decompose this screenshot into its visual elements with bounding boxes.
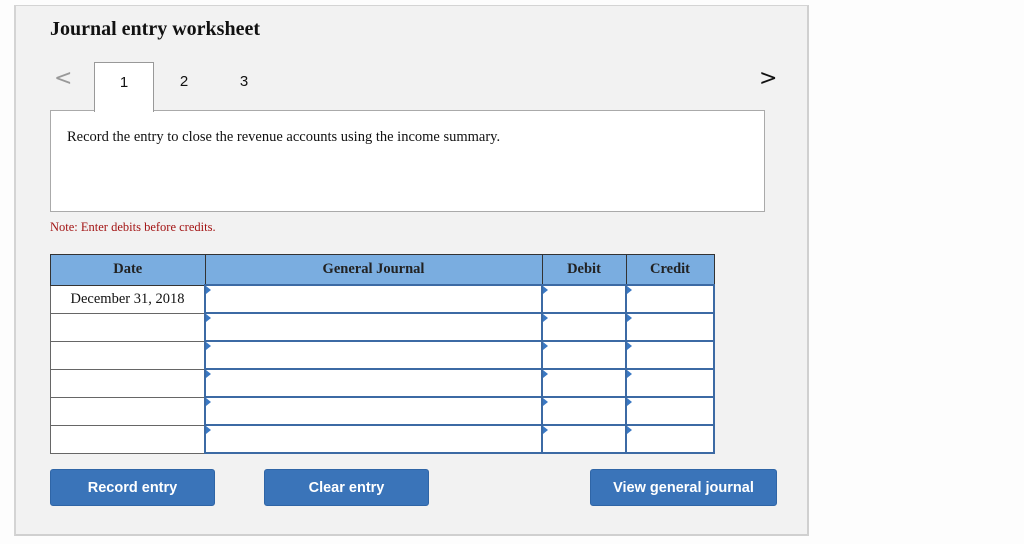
input-marker-icon bbox=[543, 370, 548, 378]
account-input[interactable] bbox=[204, 312, 543, 342]
credit-input[interactable] bbox=[625, 340, 715, 370]
note-text: Note: Enter debits before credits. bbox=[50, 220, 216, 234]
date-cell[interactable]: December 31, 2018 bbox=[50, 284, 206, 314]
date-cell[interactable] bbox=[50, 424, 206, 454]
credit-input[interactable] bbox=[625, 312, 715, 342]
input-marker-icon bbox=[627, 286, 632, 294]
account-input[interactable] bbox=[204, 424, 543, 454]
account-input[interactable] bbox=[204, 284, 543, 314]
account-input[interactable] bbox=[204, 340, 543, 370]
record-entry-button[interactable]: Record entry bbox=[50, 469, 215, 506]
input-marker-icon bbox=[206, 314, 211, 322]
journal-header-row: Date General Journal Debit Credit bbox=[50, 254, 715, 286]
credit-input[interactable] bbox=[625, 424, 715, 454]
input-marker-icon bbox=[627, 314, 632, 322]
journal-row: December 31, 2018 bbox=[50, 284, 715, 314]
input-marker-icon bbox=[543, 342, 548, 350]
instruction-box: Record the entry to close the revenue ac… bbox=[50, 110, 765, 212]
input-marker-icon bbox=[627, 342, 632, 350]
date-cell[interactable] bbox=[50, 340, 206, 370]
journal-row bbox=[50, 424, 715, 454]
journal-row bbox=[50, 312, 715, 342]
account-input[interactable] bbox=[204, 368, 543, 398]
debit-input[interactable] bbox=[541, 284, 627, 314]
debit-input[interactable] bbox=[541, 340, 627, 370]
tab-step-3[interactable]: 3 bbox=[214, 62, 274, 110]
input-marker-icon bbox=[627, 426, 632, 434]
debit-input[interactable] bbox=[541, 312, 627, 342]
credit-input[interactable] bbox=[625, 284, 715, 314]
credit-input[interactable] bbox=[625, 368, 715, 398]
journal-entry-worksheet-panel: Journal entry worksheet < > 1 2 3 Record… bbox=[14, 5, 809, 536]
view-general-journal-button[interactable]: View general journal bbox=[590, 469, 777, 506]
credit-input[interactable] bbox=[625, 396, 715, 426]
journal-row bbox=[50, 340, 715, 370]
account-input[interactable] bbox=[204, 396, 543, 426]
input-marker-icon bbox=[543, 286, 548, 294]
header-credit: Credit bbox=[625, 254, 715, 286]
debit-input[interactable] bbox=[541, 396, 627, 426]
input-marker-icon bbox=[543, 398, 548, 406]
input-marker-icon bbox=[543, 426, 548, 434]
tab-step-1[interactable]: 1 bbox=[94, 62, 154, 112]
chevron-left-icon[interactable]: < bbox=[54, 66, 72, 91]
input-marker-icon bbox=[206, 398, 211, 406]
input-marker-icon bbox=[206, 342, 211, 350]
date-cell[interactable] bbox=[50, 312, 206, 342]
header-general-journal: General Journal bbox=[204, 254, 543, 286]
header-date: Date bbox=[50, 254, 206, 286]
date-cell[interactable] bbox=[50, 368, 206, 398]
input-marker-icon bbox=[543, 314, 548, 322]
journal-row bbox=[50, 396, 715, 426]
chevron-right-icon[interactable]: > bbox=[759, 66, 777, 91]
instruction-text: Record the entry to close the revenue ac… bbox=[67, 129, 501, 145]
journal-table: Date General Journal Debit Credit Decemb… bbox=[50, 254, 715, 454]
debit-input[interactable] bbox=[541, 424, 627, 454]
date-cell[interactable] bbox=[50, 396, 206, 426]
input-marker-icon bbox=[206, 426, 211, 434]
input-marker-icon bbox=[206, 286, 211, 294]
tab-step-2[interactable]: 2 bbox=[154, 62, 214, 110]
journal-row bbox=[50, 368, 715, 398]
debit-input[interactable] bbox=[541, 368, 627, 398]
worksheet-title: Journal entry worksheet bbox=[50, 18, 260, 40]
input-marker-icon bbox=[627, 398, 632, 406]
input-marker-icon bbox=[627, 370, 632, 378]
input-marker-icon bbox=[206, 370, 211, 378]
clear-entry-button[interactable]: Clear entry bbox=[264, 469, 429, 506]
header-debit: Debit bbox=[541, 254, 627, 286]
